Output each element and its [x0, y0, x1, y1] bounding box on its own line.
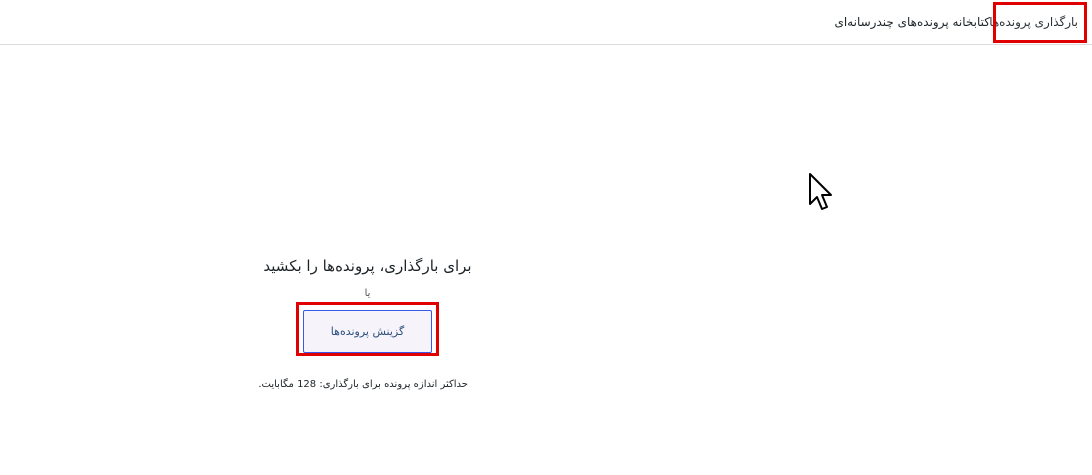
select-files-button[interactable]: گزینش پرونده‌ها: [303, 310, 432, 353]
or-separator: یا: [364, 288, 371, 299]
max-upload-size-note: حداکثر اندازه پرونده برای بارگذاری: 128 …: [258, 379, 468, 390]
tab-media-library[interactable]: کتابخانه پرونده‌های چندرسانه‌ای: [834, 13, 990, 31]
media-tab-bar: بارگذاری پرونده‌ها کتابخانه پرونده‌های چ…: [0, 0, 1092, 45]
media-upload-page: بارگذاری پرونده‌ها کتابخانه پرونده‌های چ…: [0, 0, 1092, 475]
drop-files-title: برای بارگذاری، پرونده‌ها را بکشید: [263, 257, 472, 275]
mouse-pointer-icon: [809, 173, 832, 210]
tab-upload-files[interactable]: بارگذاری پرونده‌ها: [985, 13, 1082, 31]
